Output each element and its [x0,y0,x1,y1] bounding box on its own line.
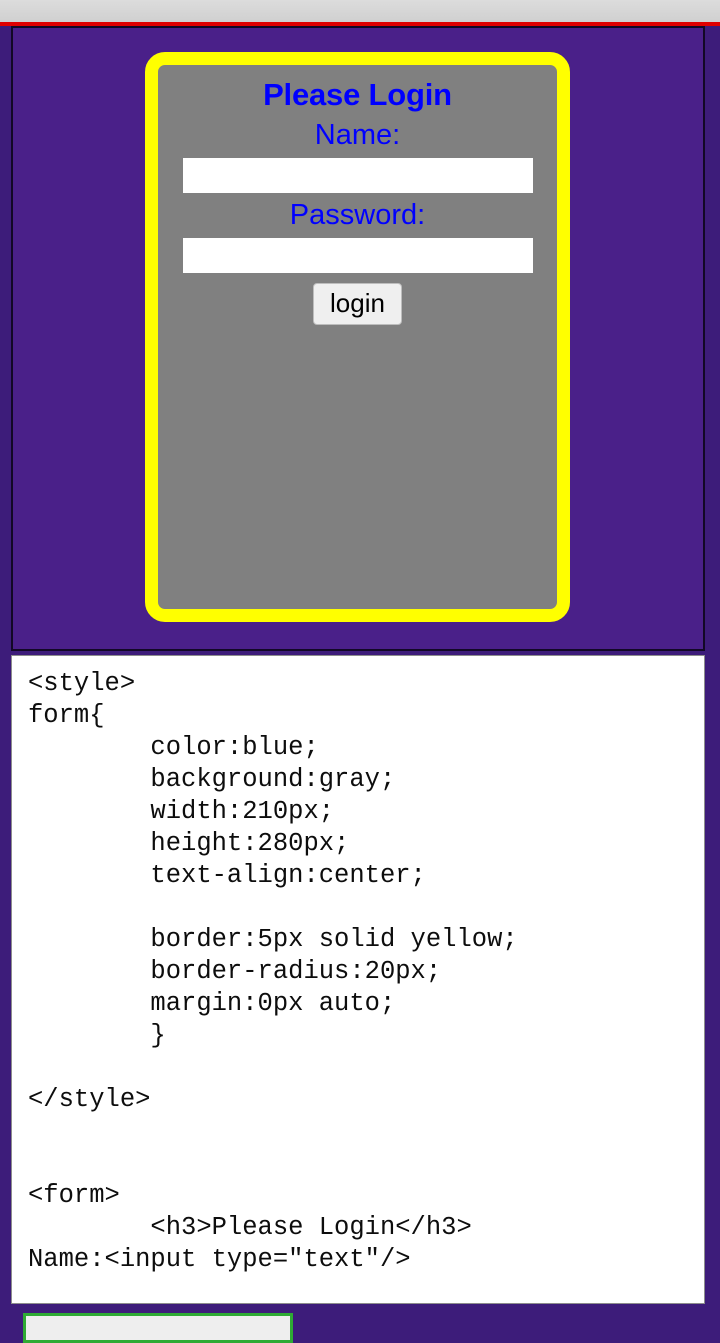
login-button[interactable]: login [313,282,402,326]
name-label: Name: [314,118,401,151]
source-code-panel[interactable]: <style> form{ color:blue; background:gra… [11,655,705,1304]
source-code-text: <style> form{ color:blue; background:gra… [28,669,518,1274]
page-region: Please Login Name: Password: login <styl… [0,26,720,1343]
page-title: Please Login [263,77,452,112]
rendered-preview-frame: Please Login Name: Password: login [11,26,705,651]
browser-status-bar [0,0,720,22]
resize-handle-icon[interactable] [690,1292,698,1300]
password-label: Password: [289,198,426,231]
password-input[interactable] [182,237,533,273]
name-input[interactable] [182,157,533,193]
login-form: Please Login Name: Password: login [145,52,570,622]
next-section-panel[interactable] [23,1313,293,1343]
